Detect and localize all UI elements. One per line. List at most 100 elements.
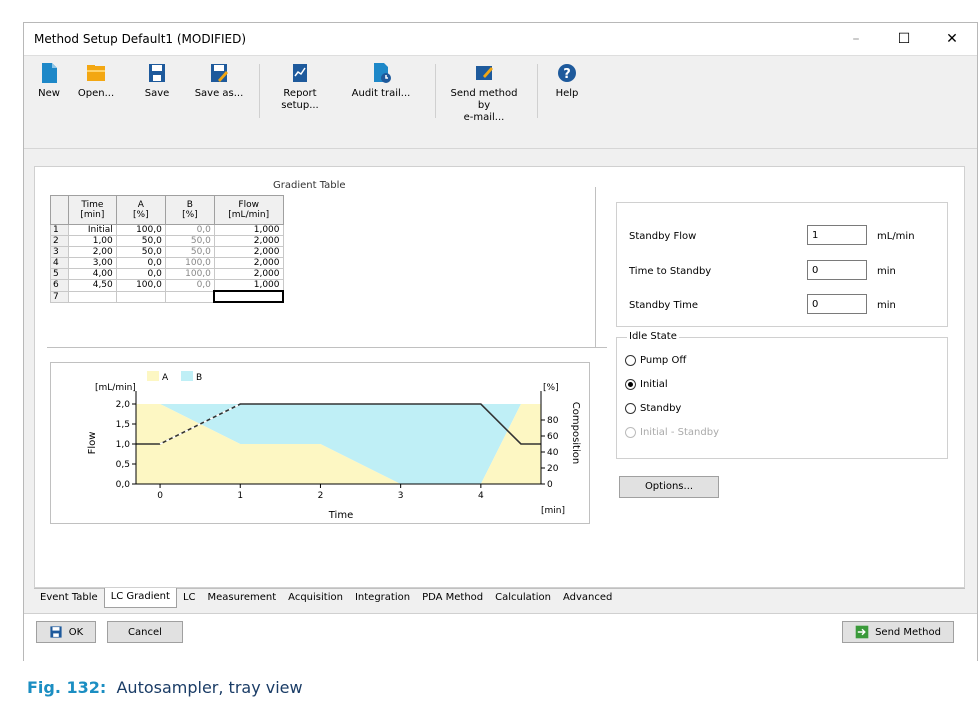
y-left-tick-label: 0,0 [116,480,131,490]
x-tick-label: 2 [318,491,324,501]
cell-a[interactable]: 50,0 [115,246,166,258]
audit-trail-label: Audit trail... [351,88,411,99]
standby-time-label: Standby Time [629,300,698,311]
new-label: New [38,88,60,99]
ok-button[interactable]: OK [36,621,96,643]
row-number: 3 [50,246,69,258]
help-button[interactable]: ? Help [552,62,582,100]
cell-flow[interactable]: 2,000 [213,257,284,269]
column-header-time[interactable]: Time [min] [68,195,117,225]
legend-swatch [147,371,159,381]
method-tabs: Event Table LC Gradient LC Measurement A… [34,588,965,608]
y-right-tick-label: 20 [547,464,559,474]
tab-advanced[interactable]: Advanced [557,589,618,607]
tab-pda-method[interactable]: PDA Method [416,589,489,607]
x-tick-label: 1 [237,491,243,501]
table-row[interactable]: 2 1,00 50,0 50,0 2,000 [50,235,284,247]
y-left-tick-label: 0,5 [116,460,130,470]
cell-b[interactable] [164,290,215,303]
send-method-button[interactable]: Send Method [842,621,954,643]
legend-label: A [162,373,169,383]
tab-lc-gradient[interactable]: LC Gradient [103,588,177,608]
cell-time[interactable]: 1,00 [68,235,117,247]
y-right-tick-label: 40 [547,448,559,458]
send-method-email-button[interactable]: Send method by e-mail... [446,62,522,124]
cell-flow[interactable]: 2,000 [213,246,284,258]
radio-circle-selected [625,379,636,390]
column-header-b[interactable]: B [%] [164,195,215,225]
gradient-table-header: Time [min] A [%] B [%] Flow [mL/min] [50,195,284,225]
table-row[interactable]: 6 4,50 100,0 0,0 1,000 [50,279,284,292]
gradient-table-title: Gradient Table [273,180,346,191]
table-row[interactable]: 5 4,00 0,0 100,0 2,000 [50,268,284,280]
table-row[interactable]: 4 3,00 0,0 100,0 2,000 [50,257,284,269]
row-number: 7 [50,290,69,303]
help-label: Help [555,88,579,99]
tab-measurement[interactable]: Measurement [202,589,283,607]
open-label: Open... [77,88,115,99]
y-left-tick-label: 1,0 [116,440,131,450]
cell-flow[interactable]: 2,000 [213,235,284,247]
tab-integration[interactable]: Integration [349,589,416,607]
report-icon [293,64,307,82]
table-row[interactable]: 7 [50,290,284,303]
floppy-disk-icon [50,626,62,638]
cell-a[interactable] [115,290,166,303]
tab-event-table[interactable]: Event Table [34,589,104,607]
cell-time[interactable] [68,290,117,303]
maximize-button[interactable]: ☐ [894,29,914,49]
radio-standby[interactable]: Standby [625,403,681,414]
radio-initial[interactable]: Initial [625,379,668,390]
cell-time[interactable]: 4,00 [68,268,117,280]
column-header-a[interactable]: A [%] [115,195,166,225]
radio-circle [625,403,636,414]
new-button[interactable]: New [37,62,61,100]
cell-flow[interactable]: 2,000 [213,268,284,280]
row-number: 6 [50,279,69,292]
cell-a[interactable]: 50,0 [115,235,166,247]
audit-trail-icon [374,63,391,83]
cancel-label: Cancel [128,626,162,638]
column-header-flow[interactable]: Flow [mL/min] [213,195,284,225]
tab-acquisition[interactable]: Acquisition [282,589,349,607]
options-button[interactable]: Options... [619,476,719,498]
report-setup-button[interactable]: Report setup... [269,62,331,112]
radio-pump-off[interactable]: Pump Off [625,355,686,366]
gradient-table[interactable]: Time [min] A [%] B [%] Flow [mL/min] 1 Initia… [50,195,284,303]
standby-flow-input[interactable] [807,225,867,245]
cell-time[interactable]: 4,50 [68,279,117,292]
row-number: 2 [50,235,69,247]
table-row[interactable]: 1 Initial 100,0 0,0 1,000 [50,224,284,236]
standby-time-input[interactable] [807,294,867,314]
cell-a[interactable]: 100,0 [115,224,166,236]
cell-a[interactable]: 0,0 [115,268,166,280]
report-setup-label: Report setup... [281,88,319,111]
cell-time[interactable]: 3,00 [68,257,117,269]
save-as-button[interactable]: Save as... [191,62,247,100]
open-button[interactable]: Open... [76,62,116,100]
cell-time[interactable]: Initial [68,224,117,236]
cell-a[interactable]: 0,0 [115,257,166,269]
cell-flow-selected[interactable] [213,290,284,303]
close-button[interactable]: ✕ [942,29,962,49]
x-axis-label: Time [328,510,353,521]
tab-lc[interactable]: LC [177,589,202,607]
cell-b: 50,0 [164,235,215,247]
cell-time[interactable]: 2,00 [68,246,117,258]
cell-flow[interactable]: 1,000 [213,224,284,236]
legend-label: B [196,373,202,383]
minimize-button[interactable]: – [846,29,866,49]
audit-trail-button[interactable]: Audit trail... [350,62,412,100]
floppy-disk-icon [149,64,165,82]
divider [595,187,596,348]
time-to-standby-input[interactable] [807,260,867,280]
ribbon-separator [259,64,260,118]
table-row[interactable]: 3 2,00 50,0 50,0 2,000 [50,246,284,258]
cell-flow[interactable]: 1,000 [213,279,284,292]
radio-circle [625,355,636,366]
save-button[interactable]: Save [142,62,172,100]
cancel-button[interactable]: Cancel [107,621,183,643]
cell-a[interactable]: 100,0 [115,279,166,292]
time-to-standby-label: Time to Standby [629,266,712,277]
tab-calculation[interactable]: Calculation [489,589,557,607]
